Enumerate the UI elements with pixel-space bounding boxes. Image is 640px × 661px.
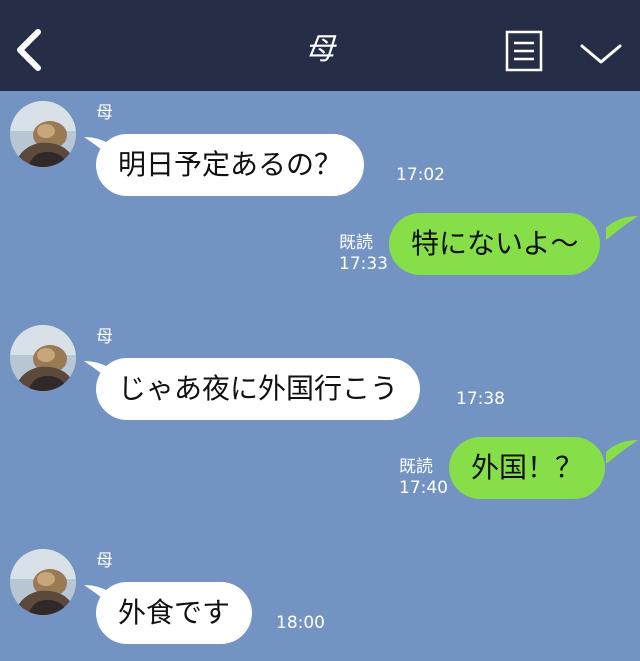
sender-avatar[interactable] [10, 325, 76, 391]
message-bubble[interactable]: 明日予定あるの？ [96, 134, 365, 196]
menu-lines-icon [505, 30, 543, 72]
message-bubble[interactable]: 外食です [96, 582, 253, 644]
bubble-tail [606, 440, 638, 464]
chevron-left-icon [17, 29, 41, 71]
message-bubble[interactable]: 外国！？ [449, 437, 606, 499]
avatar-photo [10, 549, 76, 615]
message-time: 17:38 [456, 389, 505, 409]
chat-header: 母 [0, 0, 640, 91]
message-time: 18:00 [276, 613, 325, 633]
avatar-photo [10, 325, 76, 391]
message-bubble[interactable]: じゃあ夜に外国行こう [96, 358, 421, 420]
sender-name: 母 [96, 103, 113, 123]
chevron-down-icon [580, 44, 622, 64]
message-time: 17:02 [396, 165, 445, 185]
sender-name: 母 [96, 551, 113, 571]
sender-avatar[interactable] [10, 101, 76, 167]
back-button[interactable] [10, 26, 50, 74]
chat-title: 母 [305, 32, 335, 67]
read-receipt: 既読 [399, 457, 433, 477]
sender-name: 母 [96, 327, 113, 347]
menu-button[interactable] [505, 30, 543, 72]
dropdown-button[interactable] [578, 40, 624, 68]
message-time: 17:40 [399, 478, 448, 498]
sender-avatar[interactable] [10, 549, 76, 615]
message-bubble[interactable]: 特にないよ〜 [389, 213, 601, 275]
chat-area[interactable]: 母 明日予定あるの？ 17:02 既読 17:33 特にないよ〜 母 じゃあ夜に… [0, 91, 640, 661]
read-receipt: 既読 [339, 233, 373, 253]
bubble-tail [606, 216, 638, 240]
avatar-photo [10, 101, 76, 167]
message-time: 17:33 [339, 254, 388, 274]
